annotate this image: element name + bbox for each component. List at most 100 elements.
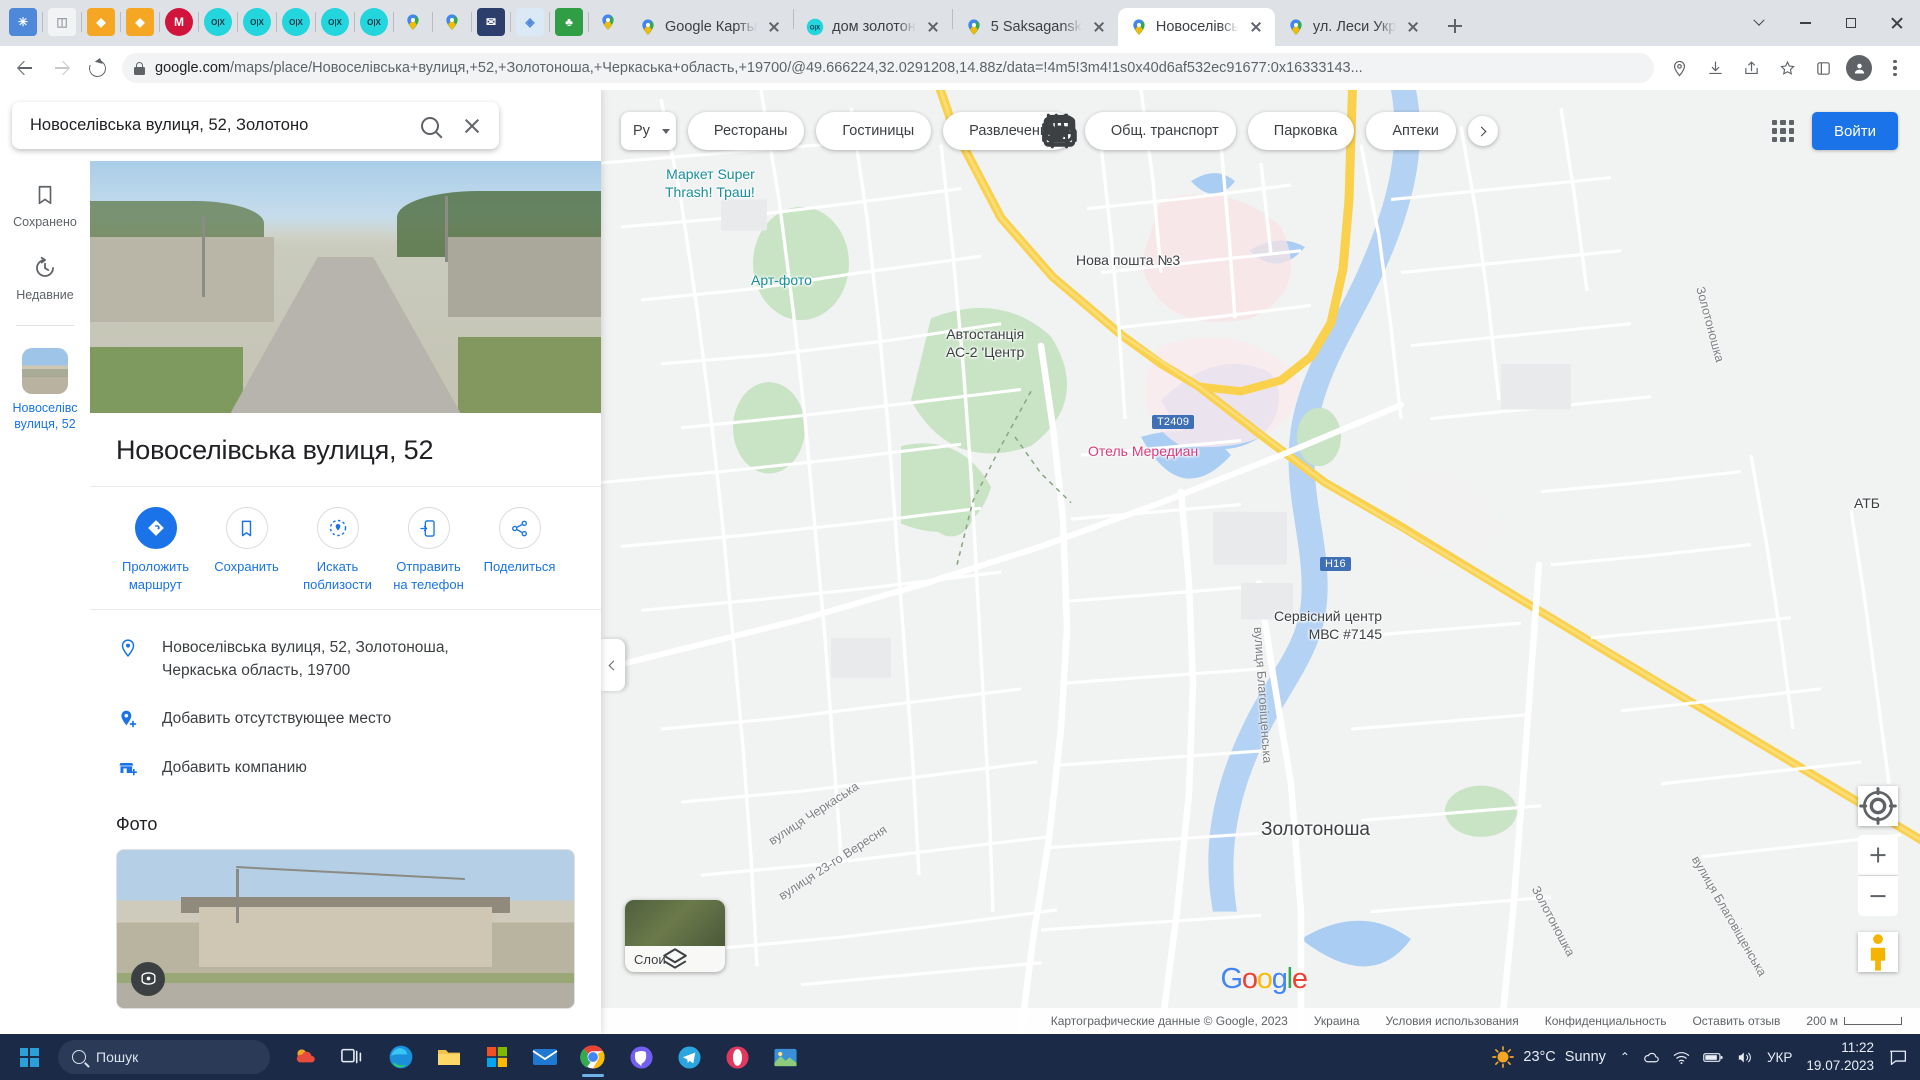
browser-tab[interactable]: Google Карты [627, 8, 793, 46]
action-nearby[interactable]: Искать поблизости [292, 507, 383, 593]
action-share[interactable]: Поделиться [474, 507, 565, 593]
search-input[interactable]: Новоселівська вулиця, 52, Золотоно [30, 116, 409, 135]
taskbar-mail-icon[interactable] [524, 1036, 566, 1078]
collapse-panel-button[interactable] [601, 639, 625, 691]
sidebar-item-saved[interactable]: Сохранено [0, 172, 90, 245]
tab-close-button[interactable] [1404, 18, 1422, 36]
google-apps-grid-icon[interactable] [1772, 120, 1795, 142]
taskbar-language[interactable]: УКР [1767, 1050, 1792, 1065]
location-pin-icon[interactable] [1662, 51, 1696, 85]
place-hero-streetview-image[interactable] [90, 161, 601, 413]
metamask-extension-icon[interactable]: M [165, 8, 193, 36]
orange-flash-extension-icon-2[interactable]: ◆ [126, 8, 154, 36]
taskbar-task-view-icon[interactable] [332, 1036, 374, 1078]
extensions-icon[interactable] [1806, 51, 1840, 85]
google-maps-extension-icon[interactable] [399, 8, 427, 36]
add-missing-place-row[interactable]: Добавить отсутствующее место [90, 695, 601, 743]
bookmark-star-icon[interactable] [1770, 51, 1804, 85]
sidebar-item-recent[interactable]: Недавние [0, 245, 90, 318]
sign-in-button[interactable]: Войти [1812, 112, 1898, 150]
google-maps-extension-icon-2[interactable] [438, 8, 466, 36]
olx-extension-icon-5[interactable]: O|X [360, 8, 388, 36]
search-bar[interactable]: Новоселівська вулиця, 52, Золотоно [12, 102, 499, 149]
network-icon[interactable] [1673, 1050, 1690, 1065]
taskbar-opera-icon[interactable] [716, 1036, 758, 1078]
poi-label-atb-store[interactable]: АТБ [1854, 495, 1880, 513]
google-maps-extension-icon-3[interactable] [594, 8, 622, 36]
volume-icon[interactable] [1736, 1050, 1753, 1065]
feedback-link[interactable]: Оставить отзыв [1692, 1014, 1780, 1028]
olx-extension-icon-2[interactable]: O|X [243, 8, 271, 36]
mail-extension-icon[interactable]: ✉ [477, 8, 505, 36]
zoom-out-button[interactable] [1858, 876, 1898, 916]
taskbar-search-box[interactable]: Пошук [58, 1040, 270, 1074]
tab-close-button[interactable] [1247, 18, 1265, 36]
battery-icon[interactable] [1703, 1051, 1723, 1064]
taskbar-viber-icon[interactable] [620, 1036, 662, 1078]
map-country[interactable]: Украина [1314, 1014, 1360, 1028]
pinwheel-extension-icon[interactable]: ✳ [9, 8, 37, 36]
taskbar-microsoft-store-icon[interactable] [476, 1036, 518, 1078]
maximize-button[interactable] [1828, 0, 1874, 46]
poi-label-art-foto[interactable]: Арт-фото [751, 272, 812, 290]
browser-tab[interactable]: O|X дом золотон [794, 8, 952, 46]
map-canvas[interactable]: Ру Рестораны Гостиницы Развлечения Общ. тра… [601, 90, 1920, 1034]
add-business-row[interactable]: Добавить компанию [90, 744, 601, 792]
tab-close-button[interactable] [765, 18, 783, 36]
chip-pharmacies[interactable]: Аптеки [1043, 112, 1456, 150]
olx-extension-icon[interactable]: O|X [204, 8, 232, 36]
reload-button[interactable] [80, 51, 114, 85]
forward-button[interactable] [44, 51, 78, 85]
taskbar-telegram-icon[interactable] [668, 1036, 710, 1078]
action-directions[interactable]: Проложить маршрут [110, 507, 201, 593]
panel-scroll-area[interactable]: Новоселівська вулиця, 52 Проложить маршру… [90, 161, 601, 1034]
address-bar[interactable]: google.com/maps/place/Новоселівська+вули… [122, 53, 1654, 83]
map-layers-button[interactable]: Слои [625, 900, 725, 972]
orange-flash-extension-icon[interactable]: ◆ [87, 8, 115, 36]
poi-label-servisniy-tsentr-mvs[interactable]: Сервісний центр МВС #7145 [1274, 608, 1382, 643]
minimize-button[interactable] [1782, 0, 1828, 46]
browser-menu-button[interactable] [1878, 51, 1912, 85]
back-button[interactable] [8, 51, 42, 85]
olx-extension-icon-3[interactable]: O|X [282, 8, 310, 36]
my-location-button[interactable] [1858, 786, 1898, 826]
privacy-link[interactable]: Конфиденциальность [1545, 1014, 1667, 1028]
taskbar-photos-icon[interactable] [764, 1036, 806, 1078]
zoom-in-button[interactable] [1858, 835, 1898, 875]
action-send-to-phone[interactable]: Отправить на телефон [383, 507, 474, 593]
green-tree-extension-icon[interactable]: ♣ [555, 8, 583, 36]
notification-center-icon[interactable] [1888, 1048, 1908, 1066]
taskbar-google-chrome-icon[interactable] [572, 1036, 614, 1078]
share-icon[interactable] [1734, 51, 1768, 85]
street-view-pegman-button[interactable] [1858, 932, 1898, 972]
poi-label-avtostantsiya-as-2[interactable]: Автостанція АС-2 'Центр [946, 326, 1024, 361]
tab-close-button[interactable] [924, 18, 942, 36]
taskbar-widgets-weather-icon[interactable] [284, 1036, 326, 1078]
taskbar-microsoft-edge-icon[interactable] [380, 1036, 422, 1078]
tab-search-button[interactable] [1736, 0, 1782, 46]
download-icon[interactable] [1698, 51, 1732, 85]
action-save[interactable]: Сохранить [201, 507, 292, 593]
onedrive-icon[interactable] [1643, 1050, 1660, 1065]
search-button[interactable] [409, 105, 451, 147]
poi-label-market-super-thrash[interactable]: Маркет Super Thrash! Траш! [665, 166, 755, 201]
browser-tab-active[interactable]: Новоселівсь [1117, 8, 1275, 46]
recent-place-shortcut[interactable]: Новоселівс вулиця, 52 [0, 338, 90, 446]
taskbar-clock[interactable]: 11:22 19.07.2023 [1806, 1039, 1874, 1074]
start-button[interactable] [0, 1034, 58, 1080]
taskbar-file-explorer-icon[interactable] [428, 1036, 470, 1078]
new-tab-button[interactable] [1438, 9, 1472, 43]
profile-avatar-button[interactable] [1842, 51, 1876, 85]
blue-diamond-extension-icon[interactable]: ◈ [516, 8, 544, 36]
browser-tab[interactable]: ул. Леси Укр [1275, 8, 1432, 46]
poi-label-hotel-meridian[interactable]: Отель Мередиан [1088, 443, 1198, 461]
olx-extension-icon-4[interactable]: O|X [321, 8, 349, 36]
chevron-up-icon[interactable]: ⌃ [1620, 1050, 1630, 1064]
terms-link[interactable]: Условия использования [1386, 1014, 1519, 1028]
tab-close-button[interactable] [1090, 18, 1108, 36]
address-row[interactable]: Новоселівська вулиця, 52, Золотоноша, Че… [90, 624, 601, 695]
browser-tab[interactable]: 5 Saksagansk [953, 8, 1118, 46]
poi-label-nova-poshta-3[interactable]: Нова пошта №3 [1076, 252, 1180, 270]
bookmark-manager-icon[interactable]: ◫ [48, 8, 76, 36]
clear-search-button[interactable] [451, 105, 493, 147]
